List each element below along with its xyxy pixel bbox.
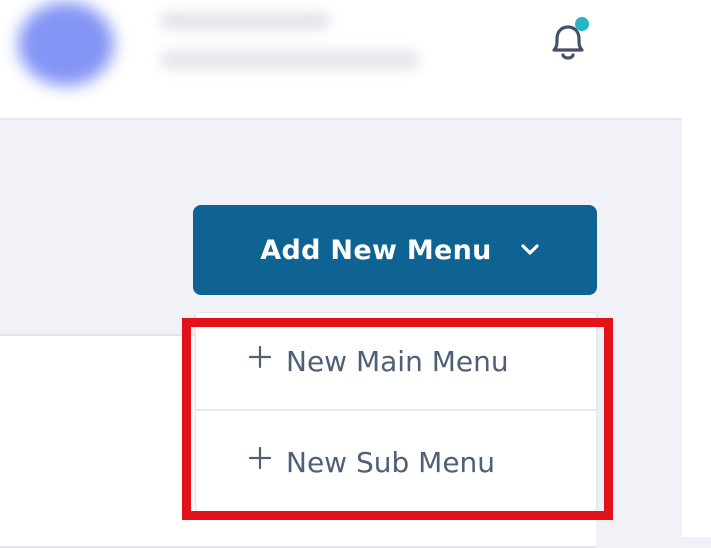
header-actions [518,0,682,120]
notification-dot [575,17,589,31]
header-divider [0,118,682,120]
add-menu-dropdown: New Main Menu New Sub Menu [195,312,597,512]
right-panel-edge [682,0,711,537]
new-sub-menu-item[interactable]: New Sub Menu [196,413,596,511]
user-name-blurred [160,12,330,30]
new-sub-menu-label: New Sub Menu [286,445,496,479]
add-new-menu-label: Add New Menu [260,234,492,266]
new-main-menu-label: New Main Menu [286,344,509,378]
plus-icon [248,345,272,369]
plus-icon [248,446,272,470]
notification-bell-icon[interactable] [540,14,596,70]
top-header [0,0,518,118]
new-main-menu-item[interactable]: New Main Menu [196,313,596,411]
add-new-menu-button[interactable]: Add New Menu [193,205,597,295]
avatar[interactable] [18,2,114,86]
user-role-blurred [160,50,420,70]
chevron-down-icon [521,244,539,255]
